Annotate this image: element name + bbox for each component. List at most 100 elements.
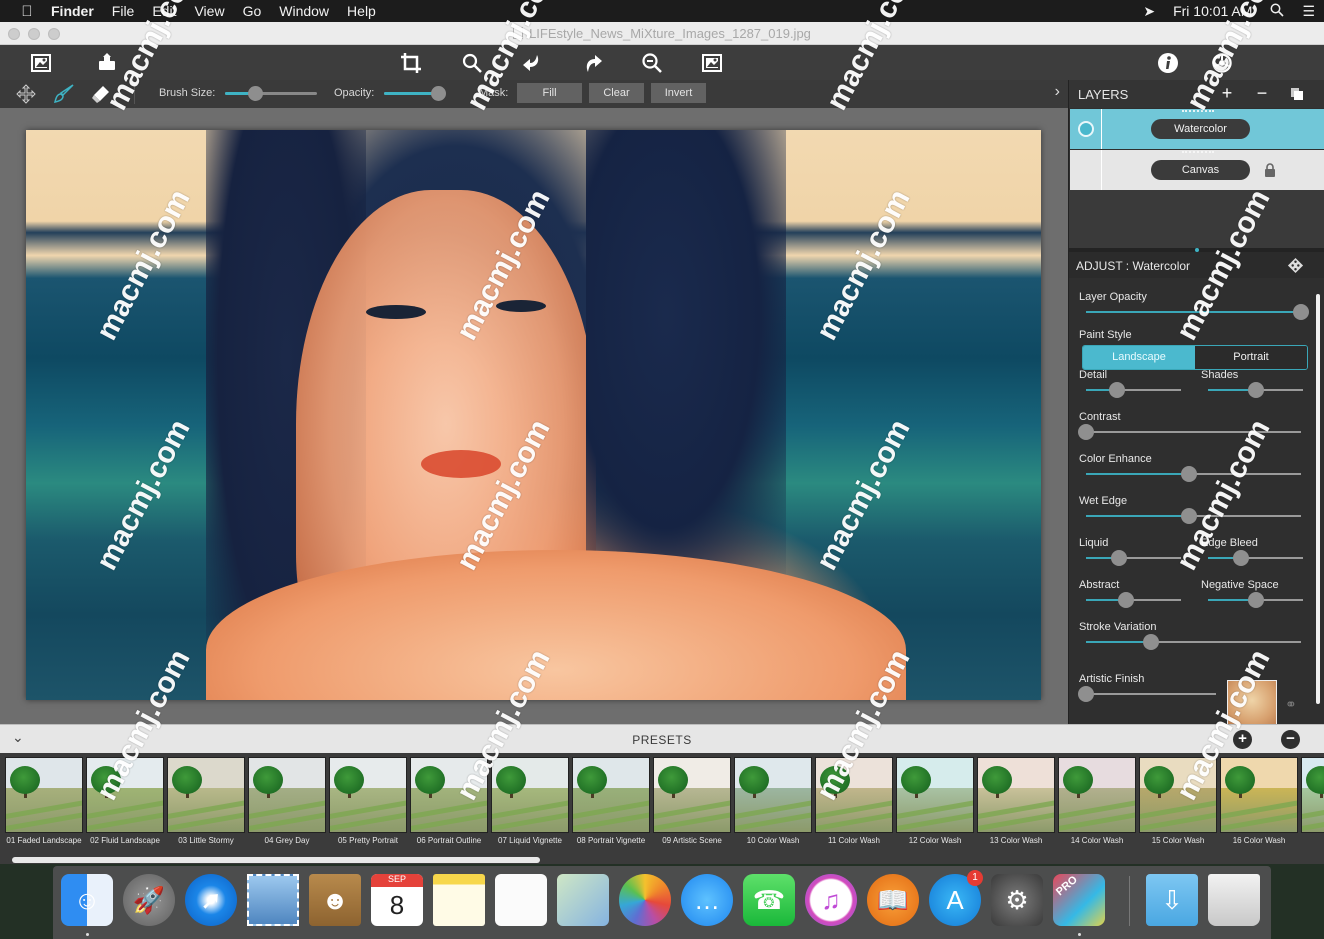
abstract-slider[interactable] xyxy=(1086,592,1181,608)
layer-name-pill[interactable]: Canvas xyxy=(1151,160,1250,180)
opacity-knob[interactable] xyxy=(431,86,446,101)
presets-scrollbar[interactable] xyxy=(12,857,540,863)
stroke-variation-slider[interactable] xyxy=(1086,634,1301,650)
layer-visibility-toggle[interactable] xyxy=(1078,121,1094,137)
artistic-finish-texture-thumbnail[interactable] xyxy=(1227,680,1277,724)
export-icon[interactable] xyxy=(94,50,120,76)
add-layer-icon[interactable]: + xyxy=(1216,83,1238,104)
wet-edge-slider[interactable] xyxy=(1086,508,1301,524)
slider-knob[interactable] xyxy=(1233,550,1250,566)
contrast-slider[interactable] xyxy=(1078,424,1301,440)
zoom-out-icon[interactable] xyxy=(639,50,665,76)
preset-item[interactable]: 04 Grey Day xyxy=(248,757,326,845)
slider-knob[interactable] xyxy=(1109,382,1126,398)
dock-item-messages[interactable]: … xyxy=(681,874,733,926)
preset-item[interactable]: 14 Color Wash xyxy=(1058,757,1136,845)
preset-item[interactable]: 07 Liquid Vignette xyxy=(491,757,569,845)
lock-icon[interactable] xyxy=(1264,163,1276,177)
preset-item[interactable]: 02 Fluid Landscape xyxy=(86,757,164,845)
panel-resize-handle[interactable] xyxy=(1195,248,1199,252)
slider-knob[interactable] xyxy=(1247,592,1264,608)
negative-space-slider[interactable] xyxy=(1208,592,1303,608)
slider-knob[interactable] xyxy=(1293,304,1309,320)
opacity-slider[interactable] xyxy=(384,86,446,101)
dock-item-ibooks[interactable]: 📖 xyxy=(867,874,919,926)
drag-handle-dots[interactable] xyxy=(1182,151,1214,153)
preset-item[interactable]: 05 Pretty Portrait xyxy=(329,757,407,845)
dock-item-photo-art-pro[interactable]: PRO xyxy=(1053,874,1105,926)
menu-file[interactable]: File xyxy=(103,3,144,19)
duplicate-layer-icon[interactable] xyxy=(1286,85,1308,106)
notification-list-icon[interactable]: ☰ xyxy=(1293,3,1324,20)
dock-item-photos[interactable] xyxy=(619,874,671,926)
dock-item-calendar[interactable]: SEP 8 xyxy=(371,874,423,926)
layer-name-pill[interactable]: Watercolor xyxy=(1151,119,1250,139)
preset-item[interactable]: 11 Color Wash xyxy=(815,757,893,845)
layer-opacity-slider[interactable] xyxy=(1086,304,1309,320)
artistic-finish-slider[interactable] xyxy=(1078,686,1216,702)
detail-slider[interactable] xyxy=(1086,382,1181,398)
crop-icon[interactable] xyxy=(398,50,424,76)
slider-knob[interactable] xyxy=(1247,382,1264,398)
dock-item-reminders[interactable] xyxy=(495,874,547,926)
info-icon[interactable] xyxy=(1155,50,1181,76)
shades-slider[interactable] xyxy=(1208,382,1303,398)
paint-style-portrait[interactable]: Portrait xyxy=(1195,346,1307,369)
dock-item-finder[interactable]: ☺ xyxy=(61,874,113,926)
slider-knob[interactable] xyxy=(1117,592,1134,608)
chevron-right-icon[interactable]: › xyxy=(1055,83,1060,101)
preset-item[interactable]: 06 Portrait Outline xyxy=(410,757,488,845)
spotlight-search-icon[interactable] xyxy=(1261,3,1293,20)
preset-item[interactable]: 09 Artistic Scene xyxy=(653,757,731,845)
menu-help[interactable]: Help xyxy=(338,3,385,19)
mask-invert-button[interactable]: Invert xyxy=(651,83,706,103)
remove-preset-icon[interactable]: − xyxy=(1281,730,1300,749)
slider-knob[interactable] xyxy=(1181,508,1198,524)
dock-item-mail[interactable] xyxy=(247,874,299,926)
watercolor-portrait-image[interactable] xyxy=(26,130,1041,700)
apple-logo-icon[interactable]:  xyxy=(12,3,42,20)
preset-item[interactable]: 01 Faded Landscape xyxy=(5,757,83,845)
menu-edit[interactable]: Edit xyxy=(143,3,185,19)
liquid-slider[interactable] xyxy=(1086,550,1181,566)
settings-icon[interactable] xyxy=(1209,50,1235,76)
preset-item[interactable]: 08 Portrait Vignette xyxy=(572,757,650,845)
preset-item[interactable]: 17 T xyxy=(1301,757,1324,845)
preset-item[interactable]: 10 Color Wash xyxy=(734,757,812,845)
mask-fill-button[interactable]: Fill xyxy=(517,83,582,103)
canvas-area[interactable] xyxy=(0,108,1068,724)
mask-clear-button[interactable]: Clear xyxy=(589,83,644,103)
paint-style-landscape[interactable]: Landscape xyxy=(1083,346,1195,369)
preset-item[interactable]: 03 Little Stormy xyxy=(167,757,245,845)
fit-image-icon[interactable] xyxy=(699,50,725,76)
menu-window[interactable]: Window xyxy=(270,3,338,19)
menubar-clock[interactable]: Fri 10:01 AM xyxy=(1164,3,1261,19)
edge-bleed-slider[interactable] xyxy=(1208,550,1303,566)
slider-knob[interactable] xyxy=(1078,424,1094,440)
layer-row-canvas[interactable]: Canvas xyxy=(1070,150,1324,190)
dice-icon[interactable] xyxy=(1287,257,1304,274)
pan-zoom-icon[interactable] xyxy=(459,50,485,76)
eraser-tool-icon[interactable] xyxy=(90,83,112,105)
slider-knob[interactable] xyxy=(1181,466,1198,482)
dock-item-safari[interactable]: ➚ xyxy=(185,874,237,926)
dock-item-itunes[interactable]: ♫ xyxy=(805,874,857,926)
link-icon[interactable]: ⚭ xyxy=(1285,696,1297,713)
slider-knob[interactable] xyxy=(1142,634,1159,650)
dock-item-maps[interactable] xyxy=(557,874,609,926)
dock-item-launchpad[interactable]: 🚀 xyxy=(123,874,175,926)
remove-layer-icon[interactable]: − xyxy=(1251,83,1273,104)
preset-item[interactable]: 15 Color Wash xyxy=(1139,757,1217,845)
adjust-scrollbar[interactable] xyxy=(1316,294,1320,704)
dock-item-app-store[interactable]: A1 xyxy=(929,870,983,926)
menu-go[interactable]: Go xyxy=(234,3,271,19)
redo-icon[interactable] xyxy=(580,50,606,76)
brush-tool-icon[interactable] xyxy=(53,83,75,105)
open-image-icon[interactable] xyxy=(28,50,54,76)
drag-handle-dots[interactable] xyxy=(1182,110,1214,112)
slider-knob[interactable] xyxy=(1078,686,1094,702)
preset-item[interactable]: 13 Color Wash xyxy=(977,757,1055,845)
menu-view[interactable]: View xyxy=(185,3,233,19)
preset-item[interactable]: 12 Color Wash xyxy=(896,757,974,845)
move-tool-icon[interactable] xyxy=(15,83,37,105)
